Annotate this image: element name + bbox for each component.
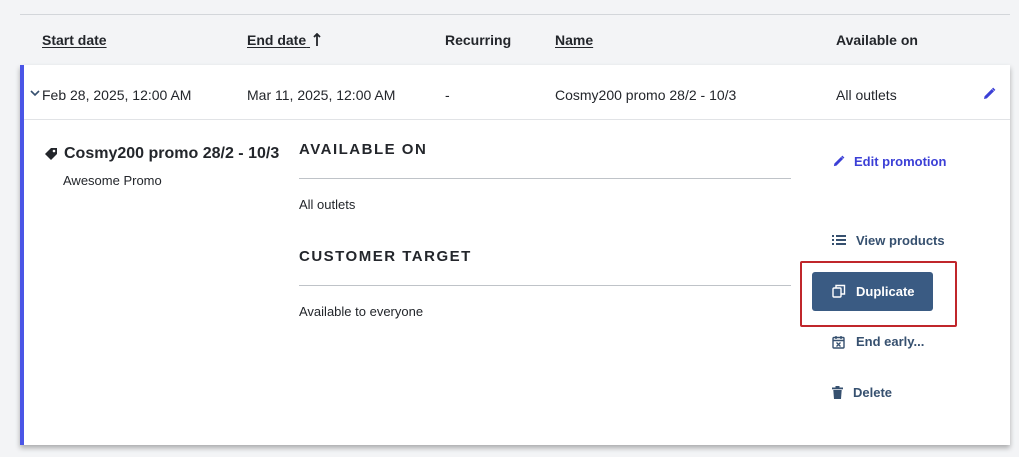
available-on-heading: AVAILABLE ON	[299, 141, 428, 158]
trash-icon	[832, 386, 843, 399]
row-end-date: Mar 11, 2025, 12:00 AM	[247, 87, 396, 103]
promo-subtitle: Awesome Promo	[63, 173, 162, 188]
duplicate-button[interactable]: Duplicate	[812, 272, 933, 311]
customer-target-divider	[299, 285, 791, 286]
promo-title: Cosmy200 promo 28/2 - 10/3	[64, 145, 280, 162]
header-start-date[interactable]: Start date	[42, 32, 107, 48]
promotions-page: Start date End date Recurring Name Avail…	[0, 0, 1019, 457]
customer-target-heading: CUSTOMER TARGET	[299, 248, 472, 265]
header-name[interactable]: Name	[555, 32, 593, 48]
header-recurring: Recurring	[445, 32, 512, 48]
available-on-value: All outlets	[299, 197, 356, 212]
row-start-date: Feb 28, 2025, 12:00 AM	[42, 87, 192, 103]
tag-icon	[45, 148, 57, 160]
header-end-date[interactable]: End date	[247, 32, 321, 48]
row-divider	[24, 119, 1010, 120]
top-divider	[20, 14, 1010, 15]
row-recurring: -	[445, 87, 450, 103]
customer-target-value: Available to everyone	[299, 304, 424, 319]
arrow-up-icon	[313, 33, 321, 46]
calendar-x-icon	[832, 336, 845, 349]
copy-icon	[832, 284, 846, 298]
row-available-on: All outlets	[836, 87, 897, 103]
pencil-icon[interactable]	[982, 87, 996, 101]
pencil-icon	[833, 155, 845, 167]
row-name: Cosmy200 promo 28/2 - 10/3	[555, 87, 737, 103]
header-available-on: Available on	[836, 32, 918, 48]
list-icon	[832, 235, 846, 245]
chevron-down-icon[interactable]	[30, 89, 40, 97]
promotion-card: Feb 28, 2025, 12:00 AM Mar 11, 2025, 12:…	[20, 65, 1010, 445]
available-on-divider	[299, 178, 791, 179]
